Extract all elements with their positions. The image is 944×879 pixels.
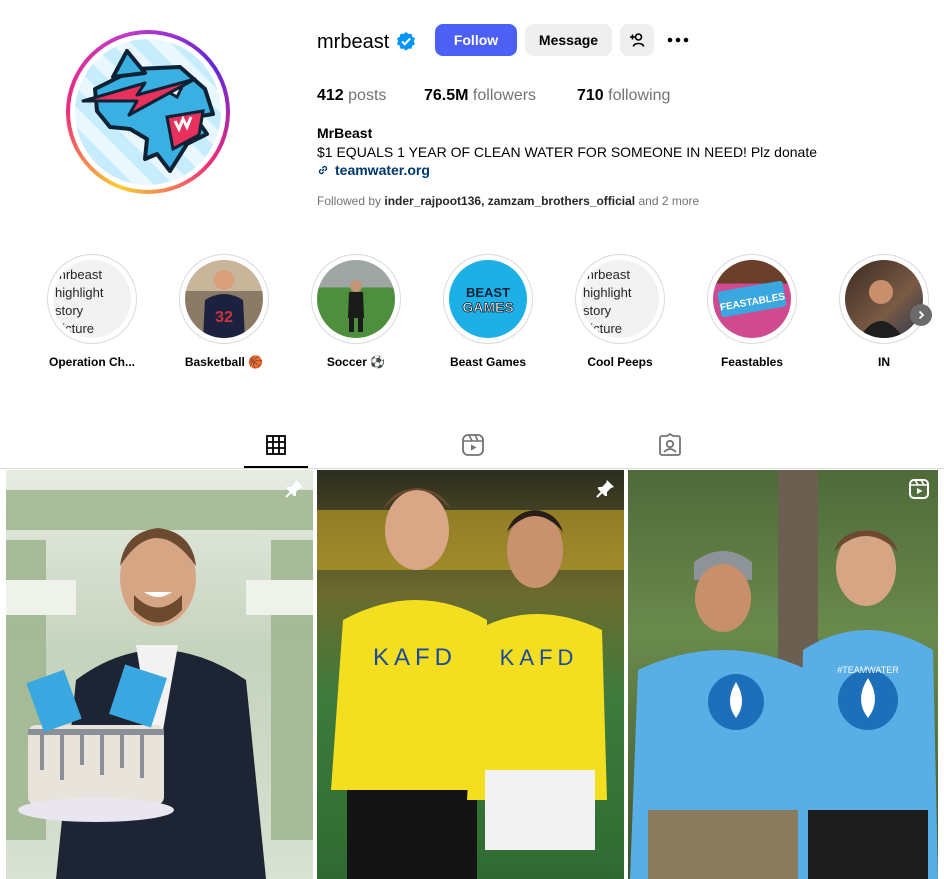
tab-reels[interactable] [460,432,486,458]
jersey-text-right: KAFD [500,645,579,670]
highlight-ring: BEAST GAMES [443,254,533,344]
shirt-text: #TEAMWATER [837,665,899,675]
chevron-right-icon [918,310,925,320]
highlight-broken-image: mrbeast highlight story picture [53,260,131,338]
followers-stat[interactable]: 76.5M followers [424,86,536,106]
post-2-image: KAFD KAFD [317,488,624,879]
profile-bio: $1 EQUALS 1 YEAR OF CLEAN WATER FOR SOME… [317,144,817,160]
highlight-operation-ch[interactable]: mrbeast highlight story picture Operatio… [47,254,137,369]
message-button[interactable]: Message [525,24,612,56]
followers-label: followers [472,87,537,104]
more-horizontal-icon [667,37,689,43]
verified-badge-icon [397,32,415,51]
profile-link[interactable]: teamwater.org [317,162,430,178]
logo-bottom-text: GAMES [462,299,513,315]
following-stat[interactable]: 710 following [577,86,670,106]
highlight-label: Soccer ⚽ [326,355,386,369]
feastables-bar-graphic: FEASTABLES [717,280,786,318]
alt-line: story [55,303,84,318]
highlight-ring: mrbeast highlight story picture [47,254,137,344]
highlight-basketball-image: 32 [185,260,263,338]
post-3[interactable]: #TEAMWATER [628,470,938,879]
post-1-image [6,490,313,879]
link-icon [318,165,328,175]
highlight-label: Operation Ch... [48,355,135,369]
tab-posts[interactable] [263,432,289,458]
alt-line: picture [583,321,623,336]
person-add-icon [630,33,645,47]
profile-full-name: MrBeast [317,125,373,141]
alt-line: highlight [583,285,632,300]
reels-icon [909,479,929,499]
highlight-label: IN [878,355,890,369]
person-graphic [859,280,903,338]
post-1[interactable] [6,470,313,879]
post-2[interactable]: KAFD KAFD [317,470,624,879]
highlight-label: Beast Games [449,355,527,369]
highlight-basketball[interactable]: 32 Basketball 🏀 [179,254,269,369]
post-3-image: #TEAMWATER [630,470,938,879]
alt-line: mrbeast [583,267,630,282]
highlight-ring: mrbeast highlight story picture [575,254,665,344]
jersey-text-left: KAFD [373,644,457,671]
pin-icon [285,480,303,498]
highlight-feastables[interactable]: FEASTABLES Feastables [707,254,797,369]
highlight-label: Cool Peeps [587,355,653,369]
jersey-number: 32 [215,309,233,326]
posts-count: 412 [317,87,344,104]
alt-line: highlight [55,285,104,300]
alt-line: story [583,303,612,318]
highlight-beast-games[interactable]: BEAST GAMES Beast Games [443,254,533,369]
highlight-broken-image: mrbeast highlight story picture [581,260,659,338]
beast-games-logo: BEAST GAMES [449,260,527,338]
highlight-in-image [845,260,923,338]
followed-by[interactable]: Followed by inder_rajpoot136, zamzam_bro… [317,194,699,208]
basketball-player-graphic: 32 [203,270,245,338]
pin-icon [596,480,614,498]
highlight-soccer-image [317,260,395,338]
following-label: following [608,87,671,104]
followed-by-prefix: Followed by [317,194,382,208]
followers-count: 76.5M [424,87,469,104]
soccer-player-graphic [348,280,364,332]
highlights-next-button[interactable] [910,304,932,326]
highlight-label: Feastables [720,355,784,369]
followed-by-suffix: and 2 more [638,194,700,208]
following-count: 710 [577,87,604,104]
tagged-icon [659,433,681,456]
profile-username: mrbeast [317,31,390,53]
highlight-ring: FEASTABLES [707,254,797,344]
feastables-image: FEASTABLES [713,260,791,338]
logo-top-text: BEAST [466,285,510,300]
highlight-ring [839,254,929,344]
posts-label: posts [348,87,387,104]
followed-by-users: inder_rajpoot136, zamzam_brothers_offici… [384,194,636,208]
highlight-label: Basketball 🏀 [184,355,264,369]
reels-icon [462,434,484,456]
highlight-cool-peeps[interactable]: mrbeast highlight story picture Cool Pee… [575,254,665,369]
tabs-divider [0,468,944,469]
posts-stat: 412 posts [317,86,386,106]
alt-line: picture [55,321,95,336]
beast-games-logo-graphic: BEAST GAMES [462,285,514,315]
grid-icon [266,435,286,455]
more-options-button[interactable] [662,24,694,56]
alt-line: mrbeast [55,267,102,282]
highlight-ring: 32 [179,254,269,344]
beast-panther-logo [81,49,215,173]
follow-button[interactable]: Follow [435,24,517,56]
mrbeast-logo-avatar [75,39,221,185]
suggested-users-button[interactable] [620,24,654,56]
highlight-ring [311,254,401,344]
highlight-soccer[interactable]: Soccer ⚽ [311,254,401,369]
profile-link-text: teamwater.org [335,162,430,178]
profile-avatar[interactable] [66,30,230,194]
tab-tagged[interactable] [657,432,683,458]
